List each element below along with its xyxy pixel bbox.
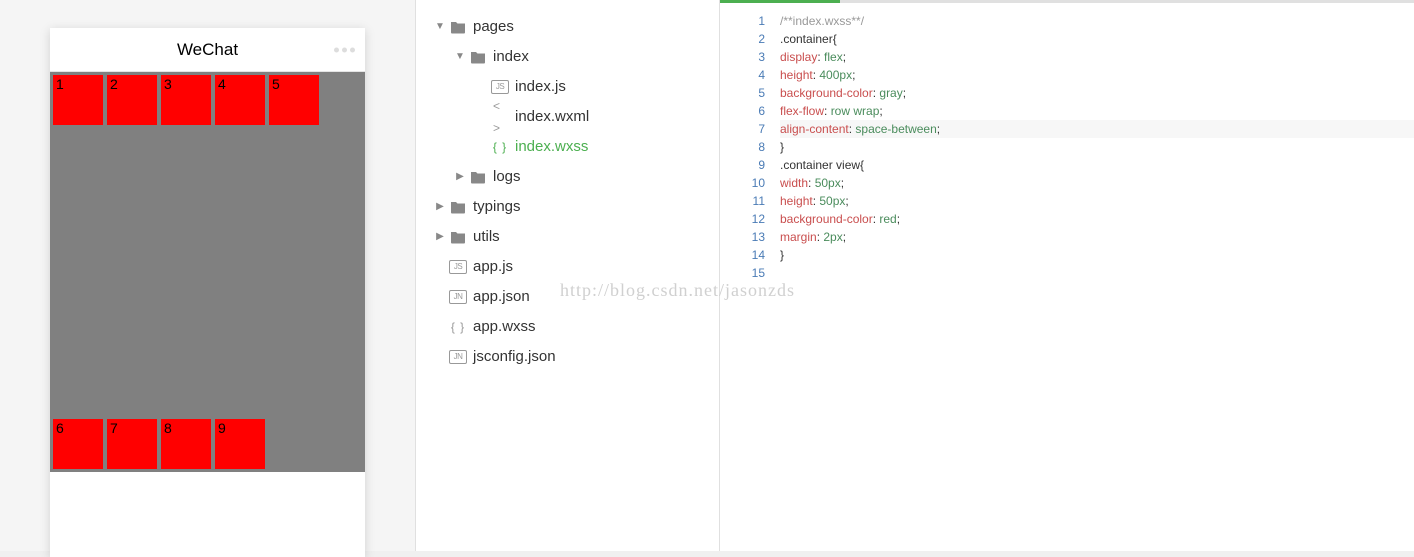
code-line[interactable]: .container{ (780, 30, 1414, 48)
code-line[interactable]: align-content: space-between; (780, 120, 1414, 138)
tree-item-label: app.js (473, 256, 513, 278)
folder-icon (449, 230, 467, 244)
code-line[interactable]: flex-flow: row wrap; (780, 102, 1414, 120)
line-number-gutter: 123456789101112131415 (720, 0, 780, 551)
simulator-panel: WeChat 12345 6789 (0, 0, 415, 551)
phone-blank-area (50, 472, 365, 557)
flex-item: 2 (107, 75, 157, 125)
tree-item-app-wxss[interactable]: { } app.wxss (416, 312, 719, 342)
code-body[interactable]: /**index.wxss**/.container{display: flex… (780, 0, 1414, 551)
chevron-down-icon[interactable]: ▼ (434, 16, 446, 38)
wxss-file-icon: { } (449, 316, 467, 338)
flex-item: 6 (53, 419, 103, 469)
tree-item-label: logs (493, 166, 521, 188)
tree-item-index[interactable]: ▼ index (416, 42, 719, 72)
menu-dots-icon[interactable] (334, 47, 355, 52)
tree-item-index-wxss[interactable]: { } index.wxss (416, 132, 719, 162)
tree-item-index-wxml[interactable]: < > index.wxml (416, 102, 719, 132)
tree-item-pages[interactable]: ▼ pages (416, 12, 719, 42)
js-file-icon: JS (491, 80, 509, 94)
flex-item: 7 (107, 419, 157, 469)
code-line[interactable]: .container view{ (780, 156, 1414, 174)
flex-item: 9 (215, 419, 265, 469)
line-number: 9 (720, 156, 765, 174)
tree-item-utils[interactable]: ▶ utils (416, 222, 719, 252)
phone-title: WeChat (177, 40, 238, 60)
folder-icon (469, 170, 487, 184)
folder-icon (469, 50, 487, 64)
line-number: 1 (720, 12, 765, 30)
tree-item-label: index.wxml (515, 106, 589, 128)
flex-item: 5 (269, 75, 319, 125)
json-file-icon: JN (449, 290, 467, 304)
chevron-right-icon[interactable]: ▶ (434, 196, 446, 218)
code-line[interactable] (780, 264, 1414, 282)
line-number: 10 (720, 174, 765, 192)
line-number: 7 (720, 120, 765, 138)
line-number: 3 (720, 48, 765, 66)
line-number: 11 (720, 192, 765, 210)
code-line[interactable]: margin: 2px; (780, 228, 1414, 246)
line-number: 12 (720, 210, 765, 228)
tree-item-label: typings (473, 196, 521, 218)
tree-item-label: jsconfig.json (473, 346, 556, 368)
file-tree-panel: ▼ pages ▼ index JS index.js < > index.wxml { } in… (415, 0, 720, 551)
folder-icon (449, 200, 467, 214)
json-file-icon: JN (449, 350, 467, 364)
code-line[interactable]: height: 50px; (780, 192, 1414, 210)
line-number: 13 (720, 228, 765, 246)
chevron-right-icon[interactable]: ▶ (454, 166, 466, 188)
code-line[interactable]: background-color: red; (780, 210, 1414, 228)
phone-header: WeChat (50, 28, 365, 72)
code-line[interactable]: width: 50px; (780, 174, 1414, 192)
code-line[interactable]: } (780, 246, 1414, 264)
code-line[interactable]: /**index.wxss**/ (780, 12, 1414, 30)
tree-item-label: pages (473, 16, 514, 38)
code-editor-panel: 123456789101112131415 /**index.wxss**/.c… (720, 0, 1414, 551)
line-number: 2 (720, 30, 765, 48)
code-line[interactable]: } (780, 138, 1414, 156)
flex-item: 8 (161, 419, 211, 469)
flex-item: 1 (53, 75, 103, 125)
tree-item-app-json[interactable]: JN app.json (416, 282, 719, 312)
code-line[interactable]: background-color: gray; (780, 84, 1414, 102)
tree-item-label: index.js (515, 76, 566, 98)
code-line[interactable]: display: flex; (780, 48, 1414, 66)
folder-icon (449, 20, 467, 34)
line-number: 4 (720, 66, 765, 84)
tree-item-label: utils (473, 226, 500, 248)
wxss-file-icon: { } (491, 136, 509, 158)
tree-item-label: app.wxss (473, 316, 536, 338)
tree-item-jsconfig-json[interactable]: JN jsconfig.json (416, 342, 719, 372)
flex-item: 3 (161, 75, 211, 125)
code-line[interactable]: height: 400px; (780, 66, 1414, 84)
tree-item-label: index.wxss (515, 136, 588, 158)
phone-frame: WeChat 12345 6789 (50, 28, 365, 557)
line-number: 14 (720, 246, 765, 264)
line-number: 8 (720, 138, 765, 156)
line-number: 15 (720, 264, 765, 282)
flex-container: 12345 6789 (51, 73, 364, 471)
chevron-right-icon[interactable]: ▶ (434, 226, 446, 248)
flex-item: 4 (215, 75, 265, 125)
tree-item-label: index (493, 46, 529, 68)
js-file-icon: JS (449, 260, 467, 274)
tree-item-label: app.json (473, 286, 530, 308)
phone-content: 12345 6789 (50, 72, 365, 472)
chevron-down-icon[interactable]: ▼ (454, 46, 466, 68)
line-number: 5 (720, 84, 765, 102)
tree-item-app-js[interactable]: JS app.js (416, 252, 719, 282)
tree-item-index-js[interactable]: JS index.js (416, 72, 719, 102)
line-number: 6 (720, 102, 765, 120)
tree-item-logs[interactable]: ▶ logs (416, 162, 719, 192)
wxml-file-icon: < > (491, 110, 509, 124)
tree-item-typings[interactable]: ▶ typings (416, 192, 719, 222)
